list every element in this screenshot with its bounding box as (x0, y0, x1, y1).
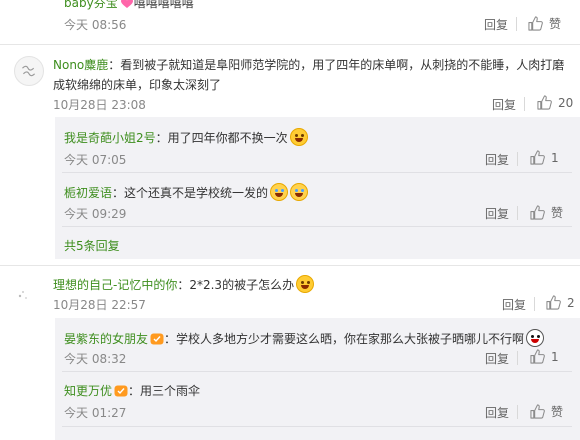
divider (62, 371, 572, 372)
divider (516, 17, 517, 31)
reply-button[interactable]: 回复 (484, 16, 508, 33)
reply-body: 我是奇葩小姐2号：用了四年你都不换一次 (64, 128, 308, 146)
reply-time: 今天 07:05 (64, 153, 127, 167)
thumbs-up-icon (530, 150, 545, 165)
reply-username[interactable]: 我是奇葩小姐2号 (64, 131, 156, 145)
vip-badge-icon (150, 333, 164, 345)
comment-time: 10月28日 23:08 (53, 98, 146, 112)
shy-emoji (296, 275, 315, 293)
laughing-emoji (289, 128, 308, 146)
reply-text: ：用了四年你都不换一次 (155, 131, 288, 145)
like-count: 2 (567, 295, 575, 310)
comment-username[interactable]: 理想的自己-记忆中的你 (53, 278, 177, 292)
like-button[interactable]: 2 (546, 295, 575, 310)
avatar[interactable] (14, 56, 44, 86)
heart-badge-icon (120, 0, 134, 9)
crying-laugh-emoji (290, 183, 309, 201)
like-button[interactable]: 1 (530, 349, 559, 364)
reply-username[interactable]: 栀初爱语 (64, 186, 112, 200)
comment-text: ：看到被子就知道是阜阳师范学院的，用了四年的床单啊，从刺挠的不能睡，人肉打磨 (108, 58, 565, 72)
reply-username[interactable]: 晏紫东的女朋友 (64, 332, 148, 346)
thumbs-up-icon (530, 349, 545, 364)
reply-body: 知更万优 ：用三个雨伞 (64, 382, 200, 399)
avatar-placeholder-icon (18, 291, 27, 299)
avatar[interactable] (14, 276, 40, 302)
like-count: 赞 (551, 405, 564, 419)
reply-button[interactable]: 回复 (485, 205, 509, 222)
reply-time: 今天 09:29 (64, 207, 127, 221)
divider (0, 44, 580, 45)
like-count: 1 (551, 349, 559, 364)
thumbs-up-icon (546, 295, 561, 310)
reply-button[interactable]: 回复 (492, 96, 516, 113)
weird-face-emoji (526, 329, 545, 347)
divider (517, 351, 518, 365)
comment-text: 嘻嘻嘻嘻嘻 (133, 0, 194, 10)
divider (517, 152, 518, 166)
comment-username[interactable]: Nono麋鹿 (53, 58, 108, 72)
like-button[interactable]: 赞 (530, 204, 563, 221)
more-replies-link[interactable]: 共5条回复 (64, 237, 120, 254)
reply-text: ：学校人多地方少才需要这么晒，你在家那么大张被子晒哪儿不行啊 (164, 332, 525, 346)
thumbs-up-icon (530, 205, 545, 220)
comment-username[interactable]: baby芬宝 (64, 0, 118, 10)
comment-1-body: baby芬宝 嘻嘻嘻嘻嘻 (64, 0, 194, 11)
thumbs-up-icon (537, 95, 552, 110)
divider (534, 297, 535, 311)
comment-1: baby芬宝 嘻嘻嘻嘻嘻 今天 08:56 回复 赞 (0, 0, 580, 44)
thumbs-up-icon (530, 404, 545, 419)
comment-3-body: 理想的自己-记忆中的你：2*2.3的被子怎么办 (53, 275, 315, 293)
reply-body: 栀初爱语：这个还真不是学校统一发的 (64, 183, 309, 201)
vip-badge-icon (114, 385, 128, 397)
like-button[interactable]: 20 (537, 95, 573, 110)
divider (524, 97, 525, 111)
comment-2-line2: 成软绵绵的床单，印象太深刻了 (53, 78, 222, 92)
crying-laugh-emoji (270, 183, 289, 201)
reply-body: 晏紫东的女朋友 ：学校人多地方少才需要这么晒，你在家那么大张被子晒哪儿不行啊 (64, 329, 545, 347)
like-count: 1 (551, 150, 559, 165)
reply-text: ：这个还真不是学校统一发的 (112, 186, 269, 200)
comment-time: 今天 08:56 (64, 18, 127, 32)
like-button[interactable]: 赞 (528, 15, 561, 32)
reply-button[interactable]: 回复 (485, 404, 509, 421)
divider (62, 426, 572, 427)
comment-time: 10月28日 22:57 (53, 298, 146, 312)
avatar-placeholder-icon (22, 65, 35, 77)
like-count: 20 (558, 95, 574, 110)
like-count: 赞 (551, 206, 564, 220)
reply-text: ：用三个雨伞 (128, 384, 201, 398)
comment-2-line1: Nono麋鹿：看到被子就知道是阜阳师范学院的，用了四年的床单啊，从刺挠的不能睡，… (53, 56, 564, 73)
reply-button[interactable]: 回复 (502, 296, 526, 313)
reply-time: 今天 01:27 (64, 406, 127, 420)
reply-time: 今天 08:32 (64, 352, 127, 366)
reply-username[interactable]: 知更万优 (64, 384, 112, 398)
like-count: 赞 (549, 17, 562, 31)
like-button[interactable]: 赞 (530, 403, 563, 420)
divider (62, 172, 572, 173)
like-button[interactable]: 1 (530, 150, 559, 165)
divider (62, 226, 572, 227)
comment-text: ：2*2.3的被子怎么办 (177, 278, 295, 292)
thumbs-up-icon (528, 16, 543, 31)
divider (0, 265, 580, 266)
reply-button[interactable]: 回复 (485, 350, 509, 367)
reply-button[interactable]: 回复 (485, 151, 509, 168)
divider (517, 405, 518, 419)
divider (517, 206, 518, 220)
